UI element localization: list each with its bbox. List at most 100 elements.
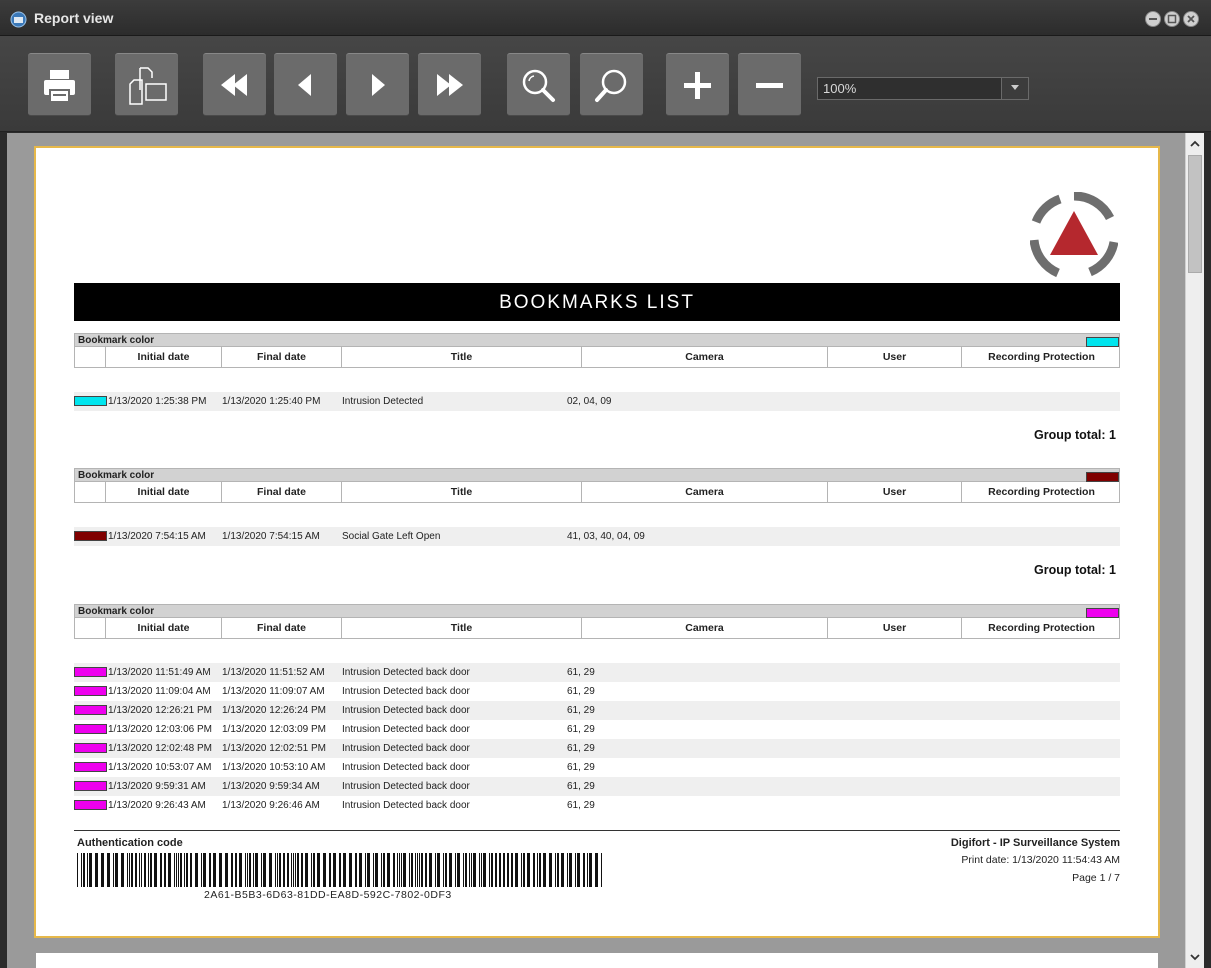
column-header: Initial date bbox=[105, 482, 221, 502]
barcode bbox=[77, 853, 602, 887]
cell-camera: 61, 29 bbox=[567, 686, 595, 697]
minimize-icon[interactable] bbox=[1145, 11, 1161, 27]
cell-final: 1/13/2020 10:53:10 AM bbox=[222, 762, 326, 773]
table-row[interactable]: 1/13/2020 9:26:43 AM 1/13/2020 9:26:46 AM… bbox=[74, 796, 1120, 815]
remove-button[interactable] bbox=[738, 53, 801, 116]
scroll-down-icon[interactable] bbox=[1186, 948, 1204, 966]
cell-title: Intrusion Detected back door bbox=[342, 781, 470, 792]
column-header: Initial date bbox=[105, 618, 221, 638]
cell-title: Social Gate Left Open bbox=[342, 531, 441, 542]
print-button[interactable] bbox=[28, 53, 91, 116]
chevron-down-icon bbox=[1011, 85, 1019, 90]
table-row[interactable]: 1/13/2020 9:59:31 AM 1/13/2020 9:59:34 AM… bbox=[74, 777, 1120, 796]
report-title: BOOKMARKS LIST bbox=[74, 283, 1120, 321]
group-header-label: Bookmark color bbox=[78, 335, 155, 346]
cell-camera: 61, 29 bbox=[567, 781, 595, 792]
row-color-swatch bbox=[74, 531, 107, 541]
cell-title: Intrusion Detected back door bbox=[342, 724, 470, 735]
table-row[interactable]: 1/13/2020 7:54:15 AM 1/13/2020 7:54:15 AM… bbox=[74, 527, 1120, 546]
cell-title: Intrusion Detected back door bbox=[342, 743, 470, 754]
cell-initial: 1/13/2020 11:51:49 AM bbox=[108, 667, 211, 678]
cell-title: Intrusion Detected back door bbox=[342, 686, 470, 697]
system-name: Digifort - IP Surveillance System bbox=[950, 837, 1120, 849]
cell-final: 1/13/2020 7:54:15 AM bbox=[222, 531, 320, 542]
toolbar: 100% bbox=[0, 36, 1211, 132]
cell-initial: 1/13/2020 9:26:43 AM bbox=[108, 800, 206, 811]
report-viewer: BOOKMARKS LIST Bookmark color Initial dat… bbox=[7, 133, 1204, 968]
add-button[interactable] bbox=[666, 53, 729, 116]
window-title: Report view bbox=[34, 10, 114, 26]
zoom-dropdown-button[interactable] bbox=[1001, 78, 1028, 99]
column-header: Title bbox=[341, 347, 581, 367]
column-header: User bbox=[827, 482, 961, 502]
next-page-button[interactable] bbox=[346, 53, 409, 116]
app-icon bbox=[10, 11, 27, 28]
cell-initial: 1/13/2020 1:25:38 PM bbox=[108, 396, 207, 407]
column-header: User bbox=[827, 347, 961, 367]
page-setup-button[interactable] bbox=[115, 53, 178, 116]
cell-initial: 1/13/2020 12:26:21 PM bbox=[108, 705, 212, 716]
column-headers: Initial date Final date Title Camera User Rec… bbox=[74, 482, 1120, 503]
cell-title: Intrusion Detected bbox=[342, 396, 424, 407]
group-color-swatch bbox=[1086, 608, 1119, 618]
cell-title: Intrusion Detected back door bbox=[342, 667, 470, 678]
cell-camera: 02, 04, 09 bbox=[567, 396, 612, 407]
cell-camera: 61, 29 bbox=[567, 743, 595, 754]
table-row[interactable]: 1/13/2020 11:09:04 AM 1/13/2020 11:09:07 … bbox=[74, 682, 1120, 701]
row-color-swatch bbox=[74, 667, 107, 677]
table-row[interactable]: 1/13/2020 12:03:06 PM 1/13/2020 12:03:09 … bbox=[74, 720, 1120, 739]
row-color-swatch bbox=[74, 396, 107, 406]
cell-final: 1/13/2020 1:25:40 PM bbox=[222, 396, 321, 407]
cell-initial: 1/13/2020 12:03:06 PM bbox=[108, 724, 212, 735]
cell-initial: 1/13/2020 10:53:07 AM bbox=[108, 762, 212, 773]
auth-code: 2A61-B5B3-6D63-81DD-EA8D-592C-7802-0DF3 bbox=[204, 889, 452, 901]
row-color-swatch bbox=[74, 686, 107, 696]
zoom-in-button[interactable] bbox=[507, 53, 570, 116]
last-page-icon bbox=[437, 74, 463, 96]
previous-page-icon bbox=[298, 74, 311, 96]
column-header: Final date bbox=[221, 482, 341, 502]
bookmark-group: Bookmark color Initial date Final date Titl… bbox=[74, 604, 1120, 811]
vertical-scrollbar[interactable] bbox=[1185, 133, 1204, 968]
row-color-swatch bbox=[74, 743, 107, 753]
column-headers: Initial date Final date Title Camera User Rec… bbox=[74, 347, 1120, 368]
digifort-logo bbox=[1030, 192, 1118, 278]
cell-camera: 61, 29 bbox=[567, 705, 595, 716]
column-header: Title bbox=[341, 482, 581, 502]
row-color-swatch bbox=[74, 762, 107, 772]
group-header-label: Bookmark color bbox=[78, 606, 155, 617]
column-header: Camera bbox=[581, 618, 827, 638]
column-header: Camera bbox=[581, 482, 827, 502]
cell-camera: 61, 29 bbox=[567, 762, 595, 773]
group-color-swatch bbox=[1086, 337, 1119, 347]
table-row[interactable]: 1/13/2020 11:51:49 AM 1/13/2020 11:51:52 … bbox=[74, 663, 1120, 682]
scrollbar-thumb[interactable] bbox=[1188, 155, 1202, 273]
column-headers: Initial date Final date Title Camera User Rec… bbox=[74, 618, 1120, 639]
group-header: Bookmark color bbox=[74, 604, 1120, 618]
table-row[interactable]: 1/13/2020 12:26:21 PM 1/13/2020 12:26:24 … bbox=[74, 701, 1120, 720]
page-number: Page 1 / 7 bbox=[1072, 872, 1120, 884]
first-page-button[interactable] bbox=[203, 53, 266, 116]
cell-initial: 1/13/2020 11:09:04 AM bbox=[108, 686, 211, 697]
cell-final: 1/13/2020 12:26:24 PM bbox=[222, 705, 326, 716]
table-row[interactable]: 1/13/2020 1:25:38 PM 1/13/2020 1:25:40 PM… bbox=[74, 392, 1120, 411]
cell-final: 1/13/2020 9:26:46 AM bbox=[222, 800, 320, 811]
close-icon[interactable] bbox=[1183, 11, 1199, 27]
page-setup-icon bbox=[129, 67, 167, 105]
scroll-up-icon[interactable] bbox=[1186, 135, 1204, 153]
maximize-icon[interactable] bbox=[1164, 11, 1180, 27]
table-row[interactable]: 1/13/2020 10:53:07 AM 1/13/2020 10:53:10 … bbox=[74, 758, 1120, 777]
table-row[interactable]: 1/13/2020 12:02:48 PM 1/13/2020 12:02:51 … bbox=[74, 739, 1120, 758]
column-header: Recording Protection bbox=[961, 347, 1121, 367]
cell-final: 1/13/2020 12:02:51 PM bbox=[222, 743, 326, 754]
cell-title: Intrusion Detected back door bbox=[342, 762, 470, 773]
group-total: Group total: 1 bbox=[1034, 428, 1116, 442]
previous-page-button[interactable] bbox=[274, 53, 337, 116]
zoom-select[interactable]: 100% bbox=[817, 77, 1029, 100]
column-header: Recording Protection bbox=[961, 618, 1121, 638]
zoom-in-icon bbox=[522, 69, 555, 102]
bookmark-group: Bookmark color Initial date Final date Titl… bbox=[74, 468, 1120, 577]
zoom-out-button[interactable] bbox=[580, 53, 643, 116]
last-page-button[interactable] bbox=[418, 53, 481, 116]
group-total: Group total: 1 bbox=[1034, 563, 1116, 577]
